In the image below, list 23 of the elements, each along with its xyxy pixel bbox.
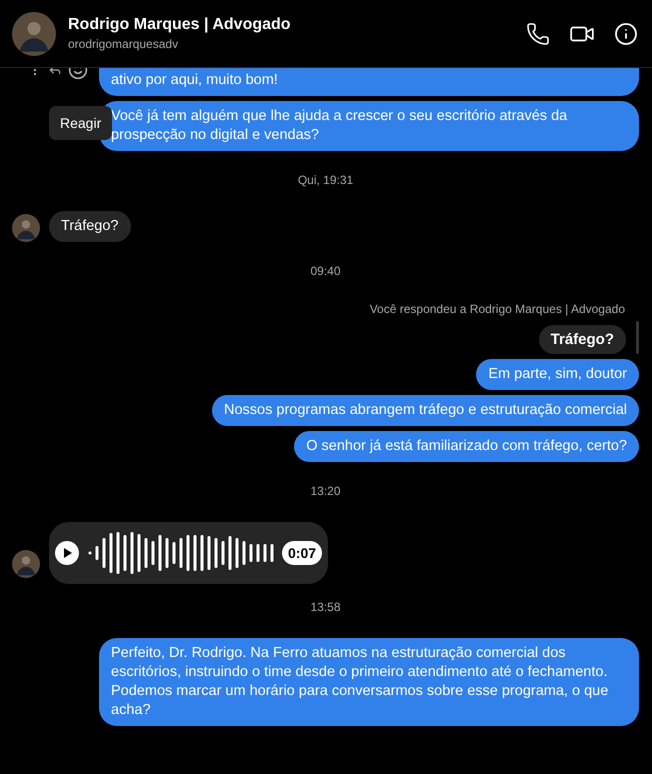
- message-bubble: Em parte, sim, doutor: [476, 359, 639, 390]
- avatar: [12, 550, 40, 578]
- message-bubble: ativo por aqui, muito bom!: [99, 68, 639, 96]
- contact-username: orodrigomarquesadv: [68, 37, 180, 51]
- info-button[interactable]: [614, 22, 638, 46]
- reply-context: Você respondeu a Rodrigo Marques | Advogado: [370, 302, 625, 316]
- timestamp: 13:20: [310, 484, 341, 498]
- avatar: [12, 214, 40, 242]
- duration: 0:07: [282, 541, 322, 565]
- timestamp: Qui, 19:31: [298, 173, 354, 187]
- message-bubble: Tráfego?: [49, 211, 130, 242]
- message-bubble: O senhor já está familiarizado com tráfego, certo?: [294, 431, 639, 462]
- avatar: [12, 12, 56, 56]
- message-bubble: Perfeito, Dr. Rodrigo. Na Ferro atuamos na estruturação comercial dos escritórios, instruindo o time desde o primeiro atendimento até o fechamento. Podemos marcar um horário para conversarmos sobre esse programa, o que acha?: [99, 638, 639, 726]
- phone-button[interactable]: [526, 22, 550, 46]
- timestamp: 13:58: [310, 600, 341, 614]
- contact-name: Rodrigo Marques | Advogado: [68, 16, 292, 34]
- play-button[interactable]: [55, 541, 79, 565]
- timestamp: 09:40: [310, 264, 341, 278]
- message-bubble: Nossos programas abrangem tráfego e estruturação comercial: [212, 395, 639, 426]
- quoted-message: Tráfego?: [538, 325, 626, 354]
- tooltip: Reagir: [49, 106, 112, 140]
- play-icon: [61, 547, 73, 559]
